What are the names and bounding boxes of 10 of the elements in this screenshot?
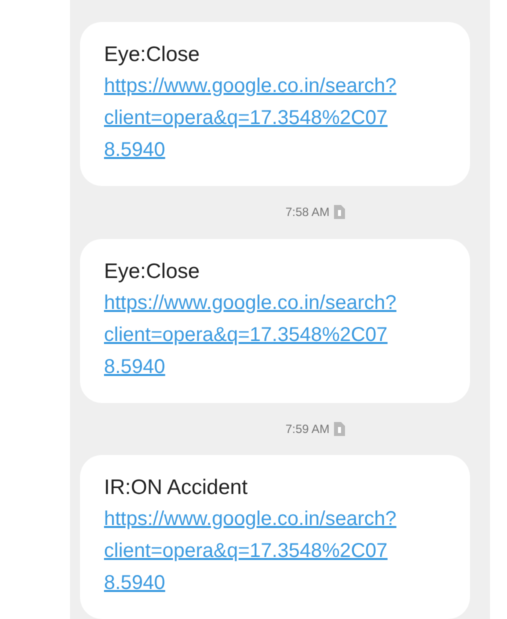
- message-text: IR:ON Accident: [104, 475, 249, 501]
- message-link[interactable]: https://www.google.co.in/search?client=opera&q=17.3548%2C078.5940: [104, 286, 404, 382]
- message-link[interactable]: https://www.google.co.in/search?client=opera&q=17.3548%2C078.5940: [104, 70, 404, 166]
- message-text: Eye:Close: [104, 258, 201, 284]
- sim-card-icon: [334, 422, 345, 436]
- sim-card-icon: [334, 205, 345, 220]
- message-link[interactable]: https://www.google.co.in/search?client=opera&q=17.3548%2C078.5940: [104, 503, 404, 599]
- message-time: 7:58 AM: [285, 205, 330, 220]
- message-text: Eye:Close: [104, 42, 201, 68]
- message-time: 7:59 AM: [285, 422, 330, 436]
